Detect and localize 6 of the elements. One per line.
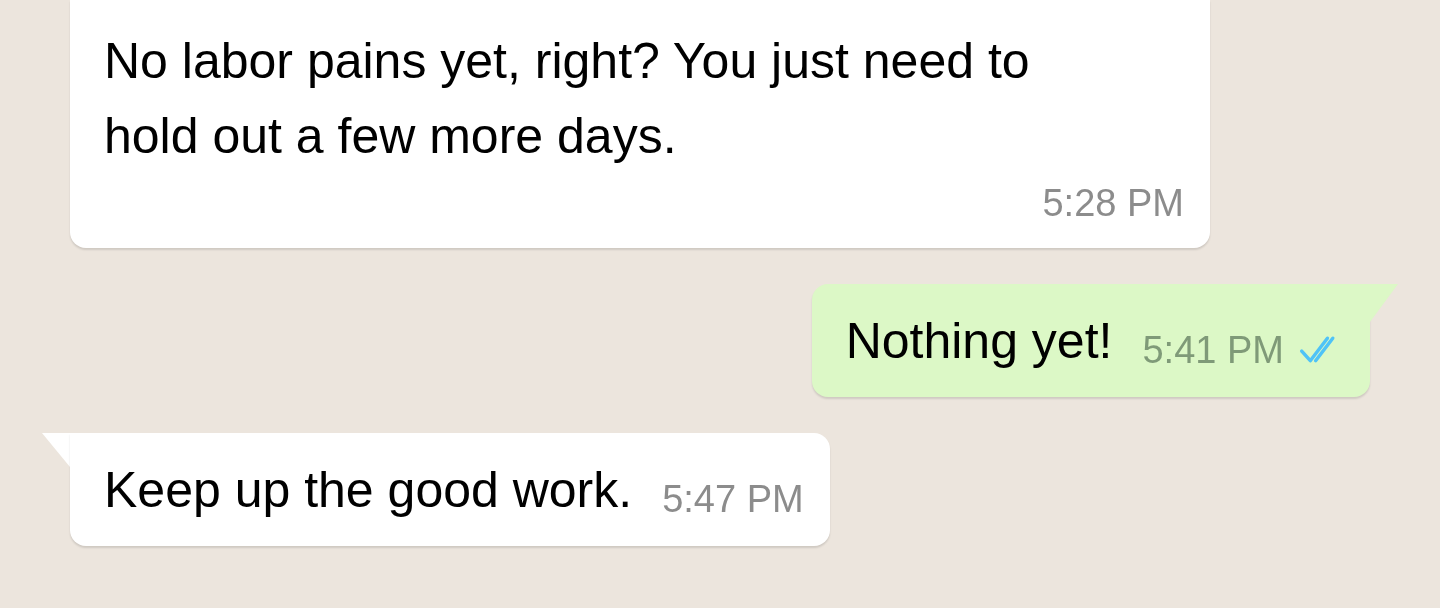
message-time: 5:41 PM <box>1142 328 1284 373</box>
message-text: No labor pains yet, right? You just need to hold out a few more days. <box>104 32 1031 166</box>
message-text: Keep up the good work. <box>104 461 633 520</box>
message-text: Nothing yet! <box>845 312 1113 371</box>
message-time: 5:47 PM <box>662 477 804 522</box>
message-time: 5:28 PM <box>1042 181 1184 226</box>
